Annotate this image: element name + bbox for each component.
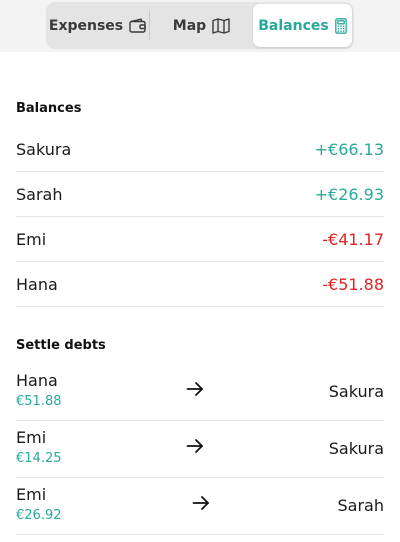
balance-row: Sakura +€66.13: [16, 127, 384, 172]
balance-person-name: Emi: [16, 229, 47, 249]
balance-amount: +€66.13: [314, 139, 384, 159]
balance-row: Hana -€51.88: [16, 262, 384, 307]
balance-row: Emi -€41.17: [16, 217, 384, 262]
top-tab-bar: Expenses Map Balances: [0, 0, 400, 52]
debt-row[interactable]: Emi €26.92 Sarah: [16, 478, 384, 535]
balance-amount: -€51.88: [322, 274, 384, 294]
view-segmented-control: Expenses Map Balances: [46, 2, 354, 49]
calculator-icon: [334, 17, 347, 34]
debt-from-name: Emi: [16, 428, 47, 447]
debt-to-name: Sakura: [328, 439, 384, 458]
debt-amount: €26.92: [16, 508, 62, 523]
tab-map-label: Map: [172, 17, 207, 34]
debt-row[interactable]: Hana €51.88 Sakura: [16, 364, 384, 421]
debt-from-name: Emi: [16, 485, 47, 504]
balance-person-name: Sarah: [16, 184, 63, 204]
balance-amount: -€41.17: [322, 229, 384, 249]
arrow-right-icon: [186, 381, 204, 401]
settle-debts-heading: Settle debts: [16, 338, 106, 353]
arrow-right-icon: [192, 495, 210, 515]
tab-map[interactable]: Map: [150, 2, 253, 49]
balance-person-name: Hana: [16, 274, 58, 294]
arrow-right-icon: [186, 438, 204, 458]
debt-amount: €51.88: [16, 394, 62, 409]
balance-amount: +€26.93: [314, 184, 384, 204]
wallet-icon: [129, 18, 146, 33]
tab-expenses-label: Expenses: [48, 17, 124, 34]
debt-amount: €14.25: [16, 451, 62, 466]
tab-expenses[interactable]: Expenses: [46, 2, 149, 49]
debt-from-name: Hana: [16, 371, 58, 390]
tab-balances-label: Balances: [258, 17, 329, 34]
map-icon: [212, 17, 230, 34]
balances-heading: Balances: [16, 101, 82, 116]
debt-to-name: Sarah: [337, 496, 384, 515]
debt-row[interactable]: Emi €14.25 Sakura: [16, 421, 384, 478]
debt-to-name: Sakura: [328, 382, 384, 401]
tab-balances[interactable]: Balances: [253, 4, 352, 47]
balance-row: Sarah +€26.93: [16, 172, 384, 217]
balance-person-name: Sakura: [16, 139, 72, 159]
